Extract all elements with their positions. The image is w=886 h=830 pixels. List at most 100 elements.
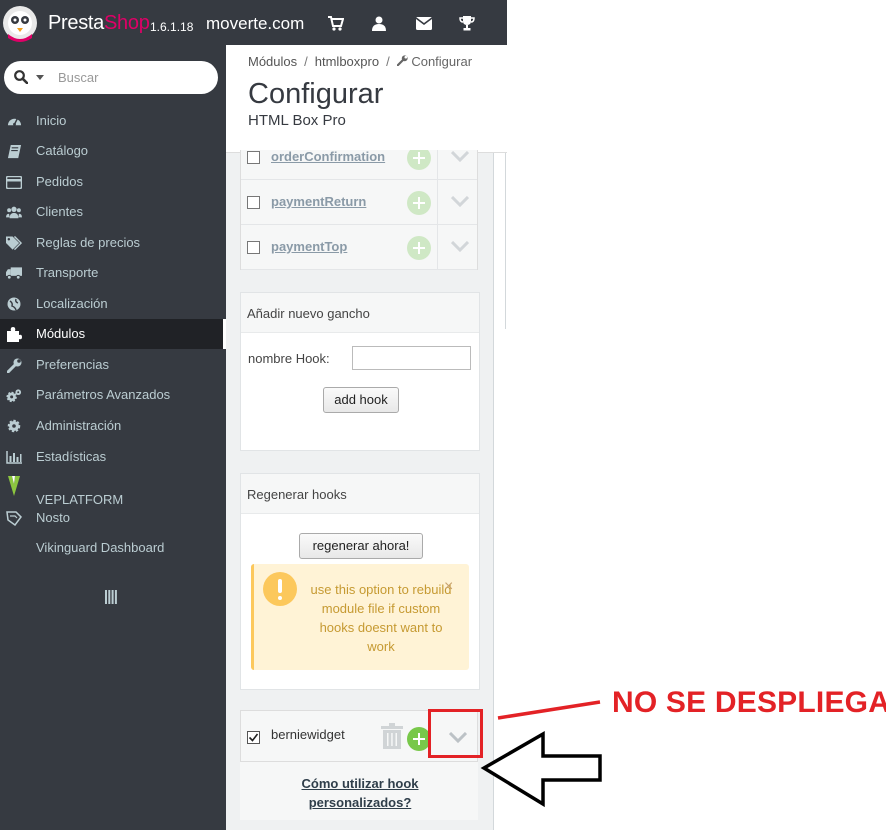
cogs-icon [6, 387, 22, 403]
sidebar-item-label: Preferencias [36, 357, 109, 372]
sidebar-collapse-icon[interactable] [105, 590, 117, 609]
sidebar-item-label: Transporte [36, 265, 99, 280]
hook-checkbox[interactable] [247, 731, 260, 744]
brand-shop: Shop [104, 12, 150, 34]
sidebar-item-label: Inicio [36, 113, 67, 128]
hook-list: orderConfirmation paymentReturn paymentT… [240, 150, 478, 270]
add-hook-panel: Añadir nuevo gancho nombre Hook: add hoo… [240, 292, 480, 451]
sidebar-item-modulos[interactable]: Módulos [0, 319, 226, 349]
add-hook-button[interactable]: add hook [323, 387, 399, 413]
chevron-down-icon[interactable] [36, 75, 44, 80]
plus-circle-icon[interactable] [407, 150, 431, 170]
sidebar-item-inicio[interactable]: Inicio [0, 106, 226, 136]
breadcrumb-item-configurar: Configurar [411, 54, 473, 69]
panel-title: Añadir nuevo gancho [247, 306, 370, 321]
wrench-icon [396, 54, 408, 69]
sidebar-item-administracion[interactable]: Administración [0, 411, 226, 441]
panel-title: Regenerar hooks [247, 487, 347, 502]
globe-icon [6, 296, 22, 312]
sidebar-item-label: Clientes [36, 204, 83, 219]
chevron-down-icon[interactable] [450, 195, 470, 213]
trophy-icon[interactable] [457, 13, 477, 33]
sidebar: Inicio Catálogo Pedidos Clientes Reglas … [0, 45, 226, 830]
annotation-text: NO SE DESPLIEGA [612, 686, 886, 719]
search-icon[interactable] [14, 70, 29, 89]
puzzle-icon [6, 326, 22, 342]
sidebar-item-label: Reglas de precios [36, 235, 141, 250]
envelope-icon[interactable] [414, 13, 434, 33]
brand-name: PrestaShop [48, 12, 150, 35]
tags-icon [6, 235, 22, 251]
sidebar-item-parametros-avanzados[interactable]: Parámetros Avanzados [0, 380, 226, 410]
plus-circle-icon[interactable] [407, 236, 431, 260]
truck-icon [6, 265, 22, 281]
sidebar-item-estadisticas[interactable]: Estadísticas [0, 442, 226, 472]
page-subtitle: HTML Box Pro [248, 112, 346, 129]
breadcrumb-separator: / [386, 54, 390, 69]
regenerate-now-button[interactable]: regenerar ahora! [299, 533, 423, 559]
content-divider [505, 153, 506, 329]
hook-row: orderConfirmation [241, 150, 477, 180]
hook-name-link[interactable]: paymentReturn [271, 194, 366, 209]
hook-row: paymentTop [241, 225, 477, 270]
hook-name-input[interactable] [352, 346, 471, 370]
page-title: Configurar [248, 78, 384, 110]
chevron-down-icon[interactable] [450, 150, 470, 168]
chevron-down-icon[interactable] [450, 240, 470, 258]
hook-checkbox[interactable] [247, 151, 260, 164]
sidebar-item-label: Localización [36, 296, 108, 311]
bar-chart-icon [6, 449, 22, 465]
trash-icon[interactable] [381, 723, 403, 754]
book-icon [6, 143, 22, 159]
hook-name-label: nombre Hook: [248, 351, 330, 366]
sidebar-item-pedidos[interactable]: Pedidos [0, 167, 226, 197]
plus-circle-icon[interactable] [407, 191, 431, 215]
custom-hook-label: berniewidget [271, 727, 345, 742]
cart-icon[interactable] [326, 13, 346, 33]
sidebar-item-localizacion[interactable]: Localización [0, 289, 226, 319]
annotation-arrows [480, 700, 602, 808]
panel-header: Regenerar hooks [241, 474, 479, 514]
close-icon[interactable]: × [444, 578, 453, 596]
hook-name-link[interactable]: paymentTop [271, 239, 347, 254]
breadcrumb-item-modulos[interactable]: Módulos [248, 54, 297, 69]
shop-name-link[interactable]: moverte.com [206, 14, 304, 34]
custom-hooks-help-link[interactable]: Cómo utilizar hook personalizados? [280, 774, 440, 812]
breadcrumb-separator: / [304, 54, 308, 69]
prestashop-logo-icon[interactable] [2, 4, 38, 42]
hook-checkbox[interactable] [247, 196, 260, 209]
nosto-icon [6, 510, 22, 526]
help-section: Cómo utilizar hook personalizados? [240, 762, 478, 820]
breadcrumb: Módulos / htmlboxpro / Configurar [248, 54, 472, 69]
users-icon [6, 204, 22, 220]
sidebar-item-clientes[interactable]: Clientes [0, 197, 226, 227]
panel-header: Añadir nuevo gancho [241, 293, 479, 333]
annotation-highlight-box [428, 709, 483, 758]
annotation-arrow-icon [480, 730, 602, 808]
breadcrumb-item-htmlboxpro[interactable]: htmlboxpro [315, 54, 379, 69]
sidebar-item-label: Estadísticas [36, 449, 107, 464]
sidebar-item-transporte[interactable]: Transporte [0, 258, 226, 288]
hook-expand-cell[interactable] [437, 180, 477, 225]
search-input[interactable] [58, 67, 208, 88]
credit-card-icon [6, 174, 22, 190]
sidebar-item-nosto[interactable]: Nosto [0, 503, 226, 533]
sidebar-item-veplatform[interactable]: VEPLATFORM [0, 473, 226, 506]
veplatform-logo-icon [6, 475, 22, 497]
sidebar-item-vikinguard-dashboard[interactable]: Vikinguard Dashboard [0, 533, 226, 563]
user-icon[interactable] [369, 13, 389, 33]
hook-expand-cell[interactable] [437, 150, 477, 180]
sidebar-item-label: Parámetros Avanzados [36, 387, 171, 402]
sidebar-item-preferencias[interactable]: Preferencias [0, 350, 226, 380]
annotation-line [497, 700, 601, 720]
search-box[interactable] [4, 61, 218, 94]
page-header: Módulos / htmlboxpro / Configurar Configura… [226, 45, 507, 153]
sidebar-item-label: Pedidos [36, 174, 83, 189]
hook-checkbox[interactable] [247, 241, 260, 254]
sidebar-item-reglas-de-precios[interactable]: Reglas de precios [0, 228, 226, 258]
alert-text: use this option to rebuild module file i… [310, 582, 452, 654]
hook-expand-cell[interactable] [437, 225, 477, 270]
sidebar-item-catalogo[interactable]: Catálogo [0, 136, 226, 166]
brand-presta: Presta [48, 12, 105, 34]
hook-name-link[interactable]: orderConfirmation [271, 150, 385, 164]
